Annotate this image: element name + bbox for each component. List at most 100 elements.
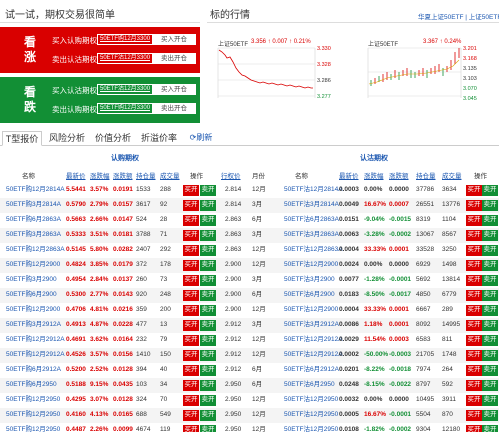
call-buy-open-button[interactable]: 买开 [183, 290, 199, 301]
call-name[interactable]: 50ETF购3月2900 [6, 275, 57, 285]
call-sell-open-button[interactable]: 卖开 [200, 350, 216, 361]
call-name[interactable]: 50ETF购12月2950 [6, 395, 60, 405]
put-sell-open-button[interactable]: 卖开 [482, 290, 498, 301]
buy-open-button[interactable]: 买入开仓 [152, 34, 196, 45]
call-buy-open-button[interactable]: 买开 [183, 305, 199, 316]
put-name[interactable]: 50ETF沽12月2863A [284, 245, 343, 255]
put-sell-open-button[interactable]: 卖开 [482, 425, 498, 432]
put-buy-open-button[interactable]: 买开 [466, 200, 482, 211]
call-buy-open-button[interactable]: 买开 [183, 380, 199, 391]
call-sell-open-button[interactable]: 卖开 [200, 365, 216, 376]
call-sell-open-button[interactable]: 卖开 [200, 290, 216, 301]
put-sell-open-button[interactable]: 卖开 [482, 185, 498, 196]
put-sell-open-button[interactable]: 卖开 [482, 335, 498, 346]
call-name[interactable]: 50ETF购12月2863A [6, 245, 65, 255]
call-name[interactable]: 50ETF购3月2912A [6, 320, 61, 330]
call-buy-open-button[interactable]: 买开 [183, 200, 199, 211]
call-name[interactable]: 50ETF购12月2900 [6, 305, 60, 315]
put-buy-open-button[interactable]: 买开 [466, 410, 482, 421]
call-name[interactable]: 50ETF购12月2912A [6, 335, 65, 345]
put-buy-open-button[interactable]: 买开 [466, 350, 482, 361]
call-name[interactable]: 50ETF购12月2950 [6, 410, 60, 420]
put-name[interactable]: 50ETF沽12月2950 [284, 425, 338, 432]
call-buy-open-button[interactable]: 买开 [183, 350, 199, 361]
call-buy-open-button[interactable]: 买开 [183, 245, 199, 256]
call-buy-open-button[interactable]: 买开 [183, 260, 199, 271]
col-diff[interactable]: 涨跌额 [113, 170, 133, 180]
put-sell-open-button[interactable]: 卖开 [482, 380, 498, 391]
put-buy-open-button[interactable]: 买开 [466, 305, 482, 316]
call-buy-open-button[interactable]: 买开 [183, 185, 199, 196]
put-sell-open-button[interactable]: 卖开 [482, 410, 498, 421]
col-oi[interactable]: 持仓量 [136, 170, 156, 180]
option-select[interactable]: 50ETF购12月3300 [97, 34, 154, 45]
put-sell-open-button[interactable]: 卖开 [482, 245, 498, 256]
refresh-button[interactable]: ⟳刷新 [184, 131, 218, 146]
put-buy-open-button[interactable]: 买开 [466, 425, 482, 432]
put-sell-open-button[interactable]: 卖开 [482, 260, 498, 271]
put-buy-open-button[interactable]: 买开 [466, 230, 482, 241]
call-sell-open-button[interactable]: 卖开 [200, 335, 216, 346]
call-sell-open-button[interactable]: 卖开 [200, 275, 216, 286]
call-name[interactable]: 50ETF购6月2912A [6, 365, 61, 375]
put-sell-open-button[interactable]: 卖开 [482, 305, 498, 316]
col-put-oi[interactable]: 持仓量 [416, 170, 436, 180]
put-name[interactable]: 50ETF沽6月2863A [284, 215, 339, 225]
call-name[interactable]: 50ETF购12月2814A [6, 185, 65, 195]
put-name[interactable]: 50ETF沽6月2900 [284, 290, 335, 300]
call-sell-open-button[interactable]: 卖开 [200, 215, 216, 226]
put-buy-open-button[interactable]: 买开 [466, 185, 482, 196]
call-name[interactable]: 50ETF购12月2900 [6, 260, 60, 270]
put-name[interactable]: 50ETF沽3月2900 [284, 275, 335, 285]
option-select[interactable]: 50ETF沽12月3300 [97, 53, 154, 64]
tab-premium-ratio[interactable]: 折溢价率 [137, 131, 181, 146]
call-buy-open-button[interactable]: 买开 [183, 275, 199, 286]
put-sell-open-button[interactable]: 卖开 [482, 365, 498, 376]
put-name[interactable]: 50ETF沽3月2863A [284, 230, 339, 240]
put-sell-open-button[interactable]: 卖开 [482, 215, 498, 226]
market-links[interactable]: 华夏上证50ETF | 上证50ETF [418, 11, 499, 21]
tab-value-analysis[interactable]: 价值分析 [91, 131, 135, 146]
call-buy-open-button[interactable]: 买开 [183, 365, 199, 376]
call-buy-open-button[interactable]: 买开 [183, 395, 199, 406]
call-sell-open-button[interactable]: 卖开 [200, 305, 216, 316]
call-name[interactable]: 50ETF购12月2912A [6, 350, 65, 360]
col-price[interactable]: 最新价 [66, 170, 86, 180]
put-name[interactable]: 50ETF沽6月2950 [284, 380, 335, 390]
put-buy-open-button[interactable]: 买开 [466, 275, 482, 286]
put-buy-open-button[interactable]: 买开 [466, 395, 482, 406]
call-buy-open-button[interactable]: 买开 [183, 215, 199, 226]
put-name[interactable]: 50ETF沽12月2912A [284, 350, 343, 360]
buy-open-button[interactable]: 买入开仓 [152, 84, 196, 95]
put-sell-open-button[interactable]: 卖开 [482, 395, 498, 406]
call-name[interactable]: 50ETF购3月2863A [6, 230, 61, 240]
put-buy-open-button[interactable]: 买开 [466, 335, 482, 346]
col-vol[interactable]: 成交量 [160, 170, 180, 180]
call-buy-open-button[interactable]: 买开 [183, 230, 199, 241]
put-buy-open-button[interactable]: 买开 [466, 320, 482, 331]
call-buy-open-button[interactable]: 买开 [183, 320, 199, 331]
call-name[interactable]: 50ETF购3月2814A [6, 200, 61, 210]
put-sell-open-button[interactable]: 卖开 [482, 320, 498, 331]
put-name[interactable]: 50ETF沽12月2950 [284, 410, 338, 420]
call-name[interactable]: 50ETF购6月2900 [6, 290, 57, 300]
call-sell-open-button[interactable]: 卖开 [200, 230, 216, 241]
call-name[interactable]: 50ETF购12月2950 [6, 425, 60, 432]
call-buy-open-button[interactable]: 买开 [183, 410, 199, 421]
sell-open-button[interactable]: 卖出开仓 [152, 53, 196, 64]
call-buy-open-button[interactable]: 买开 [183, 425, 199, 432]
call-sell-open-button[interactable]: 卖开 [200, 185, 216, 196]
sell-open-button[interactable]: 卖出开仓 [152, 103, 196, 114]
call-sell-open-button[interactable]: 卖开 [200, 395, 216, 406]
put-buy-open-button[interactable]: 买开 [466, 290, 482, 301]
put-name[interactable]: 50ETF沽12月2900 [284, 305, 338, 315]
option-select[interactable]: 50ETF沽12月3300 [97, 84, 154, 95]
tab-risk-analysis[interactable]: 风险分析 [45, 131, 89, 146]
tab-t-quote[interactable]: T型报价 [2, 131, 42, 146]
put-sell-open-button[interactable]: 卖开 [482, 230, 498, 241]
put-name[interactable]: 50ETF沽3月2912A [284, 320, 339, 330]
col-put-price[interactable]: 最新价 [339, 170, 359, 180]
put-sell-open-button[interactable]: 卖开 [482, 200, 498, 211]
call-sell-open-button[interactable]: 卖开 [200, 200, 216, 211]
call-sell-open-button[interactable]: 卖开 [200, 380, 216, 391]
